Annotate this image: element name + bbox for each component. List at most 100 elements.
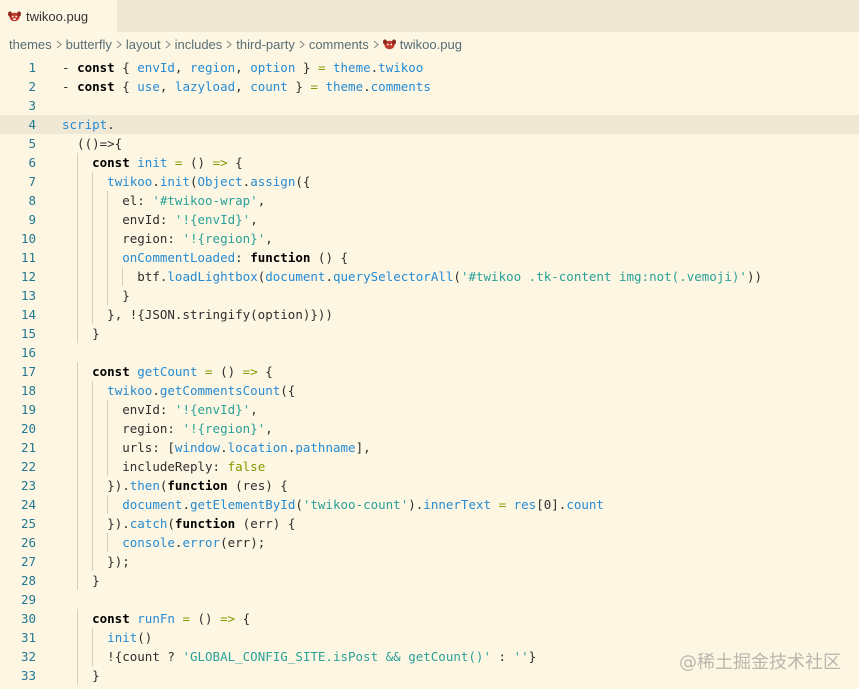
code-token: runFn <box>137 611 175 626</box>
code-line[interactable]: 3 <box>0 96 859 115</box>
code-token: (err) { <box>235 516 296 531</box>
code-token: count <box>566 497 604 512</box>
code-token: comments <box>370 79 431 94</box>
code-token: , <box>265 231 273 246</box>
breadcrumb-item[interactable]: comments <box>309 37 369 52</box>
code-token: '!{envId}' <box>174 402 251 417</box>
line-number: 12 <box>20 269 36 284</box>
code-token: envId <box>137 60 175 75</box>
code-line[interactable]: 17 const getCount = () => { <box>0 362 859 381</box>
code-token: } <box>528 649 537 664</box>
indent-guide <box>77 286 79 305</box>
code-token: urls: [ <box>122 440 175 455</box>
code-line[interactable]: 22 includeReply: false <box>0 457 859 476</box>
breadcrumb-item[interactable]: twikoo.pug <box>400 37 462 52</box>
breadcrumb-item[interactable]: layout <box>126 37 161 52</box>
chevron-right-icon <box>226 40 233 49</box>
tab-twikoo-pug[interactable]: twikoo.pug <box>0 0 117 32</box>
code-line[interactable]: 13} <box>0 286 859 305</box>
indent-guide <box>92 514 94 533</box>
code-line[interactable]: 1 - const { envId, region, option } = the… <box>0 58 859 77</box>
code-token: function <box>250 250 311 265</box>
breadcrumb-item[interactable]: butterfly <box>66 37 112 52</box>
indent-guide <box>92 191 94 210</box>
code-text: const getCount = () => { <box>92 362 273 381</box>
code-line[interactable]: 8 el: '#twikoo-wrap', <box>0 191 859 210</box>
indent-guide <box>77 248 79 267</box>
code-token: { <box>227 155 243 170</box>
code-line[interactable]: 14}, !{JSON.stringify(option)})) <box>0 305 859 324</box>
indent-guide <box>92 457 94 476</box>
indent-guide <box>77 571 79 590</box>
code-token: region: <box>122 231 183 246</box>
code-line[interactable]: 25}).catch(function (err) { <box>0 514 859 533</box>
line-number: 7 <box>28 174 36 189</box>
code-token: => <box>212 155 228 170</box>
code-line[interactable]: 18 twikoo.getCommentsCount({ <box>0 381 859 400</box>
code-line[interactable]: 5 (()=>{ <box>0 134 859 153</box>
code-text: }); <box>107 552 130 571</box>
code-line[interactable]: 26 console.error(err); <box>0 533 859 552</box>
indent-guide <box>107 419 109 438</box>
code-token: , <box>159 79 175 94</box>
breadcrumb-item[interactable]: themes <box>9 37 52 52</box>
code-line[interactable]: 4 script. <box>0 115 859 134</box>
code-text: }).then(function (res) { <box>107 476 288 495</box>
line-number: 31 <box>20 630 36 645</box>
indent-guide <box>77 419 79 438</box>
code-line[interactable]: 31 init() <box>0 628 859 647</box>
indent-guide <box>92 438 94 457</box>
chevron-right-icon <box>56 40 62 49</box>
code-line[interactable]: 11 onCommentLoaded: function () { <box>0 248 859 267</box>
code-token: const <box>92 364 130 379</box>
code-text: el: '#twikoo-wrap', <box>122 191 265 210</box>
code-token: !{count ? <box>107 649 183 664</box>
indent-guide <box>107 191 109 210</box>
code-line[interactable]: 30 const runFn = () => { <box>0 609 859 628</box>
code-token: loadLightbox <box>167 269 258 284</box>
code-token: ( <box>295 497 303 512</box>
code-token: theme <box>333 60 371 75</box>
code-line[interactable]: 29 <box>0 590 859 609</box>
code-line[interactable]: 10 region: '!{region}', <box>0 229 859 248</box>
code-line[interactable]: 19 envId: '!{envId}', <box>0 400 859 419</box>
code-token: 'GLOBAL_CONFIG_SITE.isPost && getCount()… <box>182 649 491 664</box>
code-token: ). <box>408 497 424 512</box>
code-token: = <box>182 611 190 626</box>
breadcrumb-item[interactable]: includes <box>175 37 223 52</box>
code-line[interactable]: 7 twikoo.init(Object.assign({ <box>0 172 859 191</box>
code-token: : <box>491 649 514 664</box>
code-token: }). <box>107 516 130 531</box>
code-line[interactable]: 15} <box>0 324 859 343</box>
indent-guide <box>77 305 79 324</box>
code-line[interactable]: 9 envId: '!{envId}', <box>0 210 859 229</box>
code-token: - <box>62 60 78 75</box>
code-line[interactable]: 2 - const { use, lazyload, count } = them… <box>0 77 859 96</box>
code-line[interactable]: 28} <box>0 571 859 590</box>
breadcrumb-item[interactable]: third-party <box>236 37 295 52</box>
indent-guide <box>92 552 94 571</box>
code-line[interactable]: 23}).then(function (res) { <box>0 476 859 495</box>
code-line[interactable]: 21 urls: [window.location.pathname], <box>0 438 859 457</box>
code-line[interactable]: 20 region: '!{region}', <box>0 419 859 438</box>
code-text: envId: '!{envId}', <box>122 210 257 229</box>
code-token: : <box>235 250 251 265</box>
code-line[interactable]: 16 <box>0 343 859 362</box>
code-token: (err); <box>220 535 266 550</box>
indent-guide <box>77 628 79 647</box>
code-token: window <box>174 440 221 455</box>
code-token: function <box>167 478 228 493</box>
code-token: )) <box>746 269 762 284</box>
code-token: ( <box>167 516 175 531</box>
code-editor[interactable]: 1 - const { envId, region, option } = the… <box>0 53 859 689</box>
line-number: 5 <box>28 136 36 151</box>
code-text: region: '!{region}', <box>122 419 273 438</box>
code-line[interactable]: 6 const init = () => { <box>0 153 859 172</box>
code-line[interactable]: 24 document.getElementById('twikoo-count'… <box>0 495 859 514</box>
code-line[interactable]: 27}); <box>0 552 859 571</box>
indent-guide <box>107 533 109 552</box>
code-token: => <box>242 364 258 379</box>
code-line[interactable]: 12 btf.loadLightbox (document.querySelecto… <box>0 267 859 286</box>
